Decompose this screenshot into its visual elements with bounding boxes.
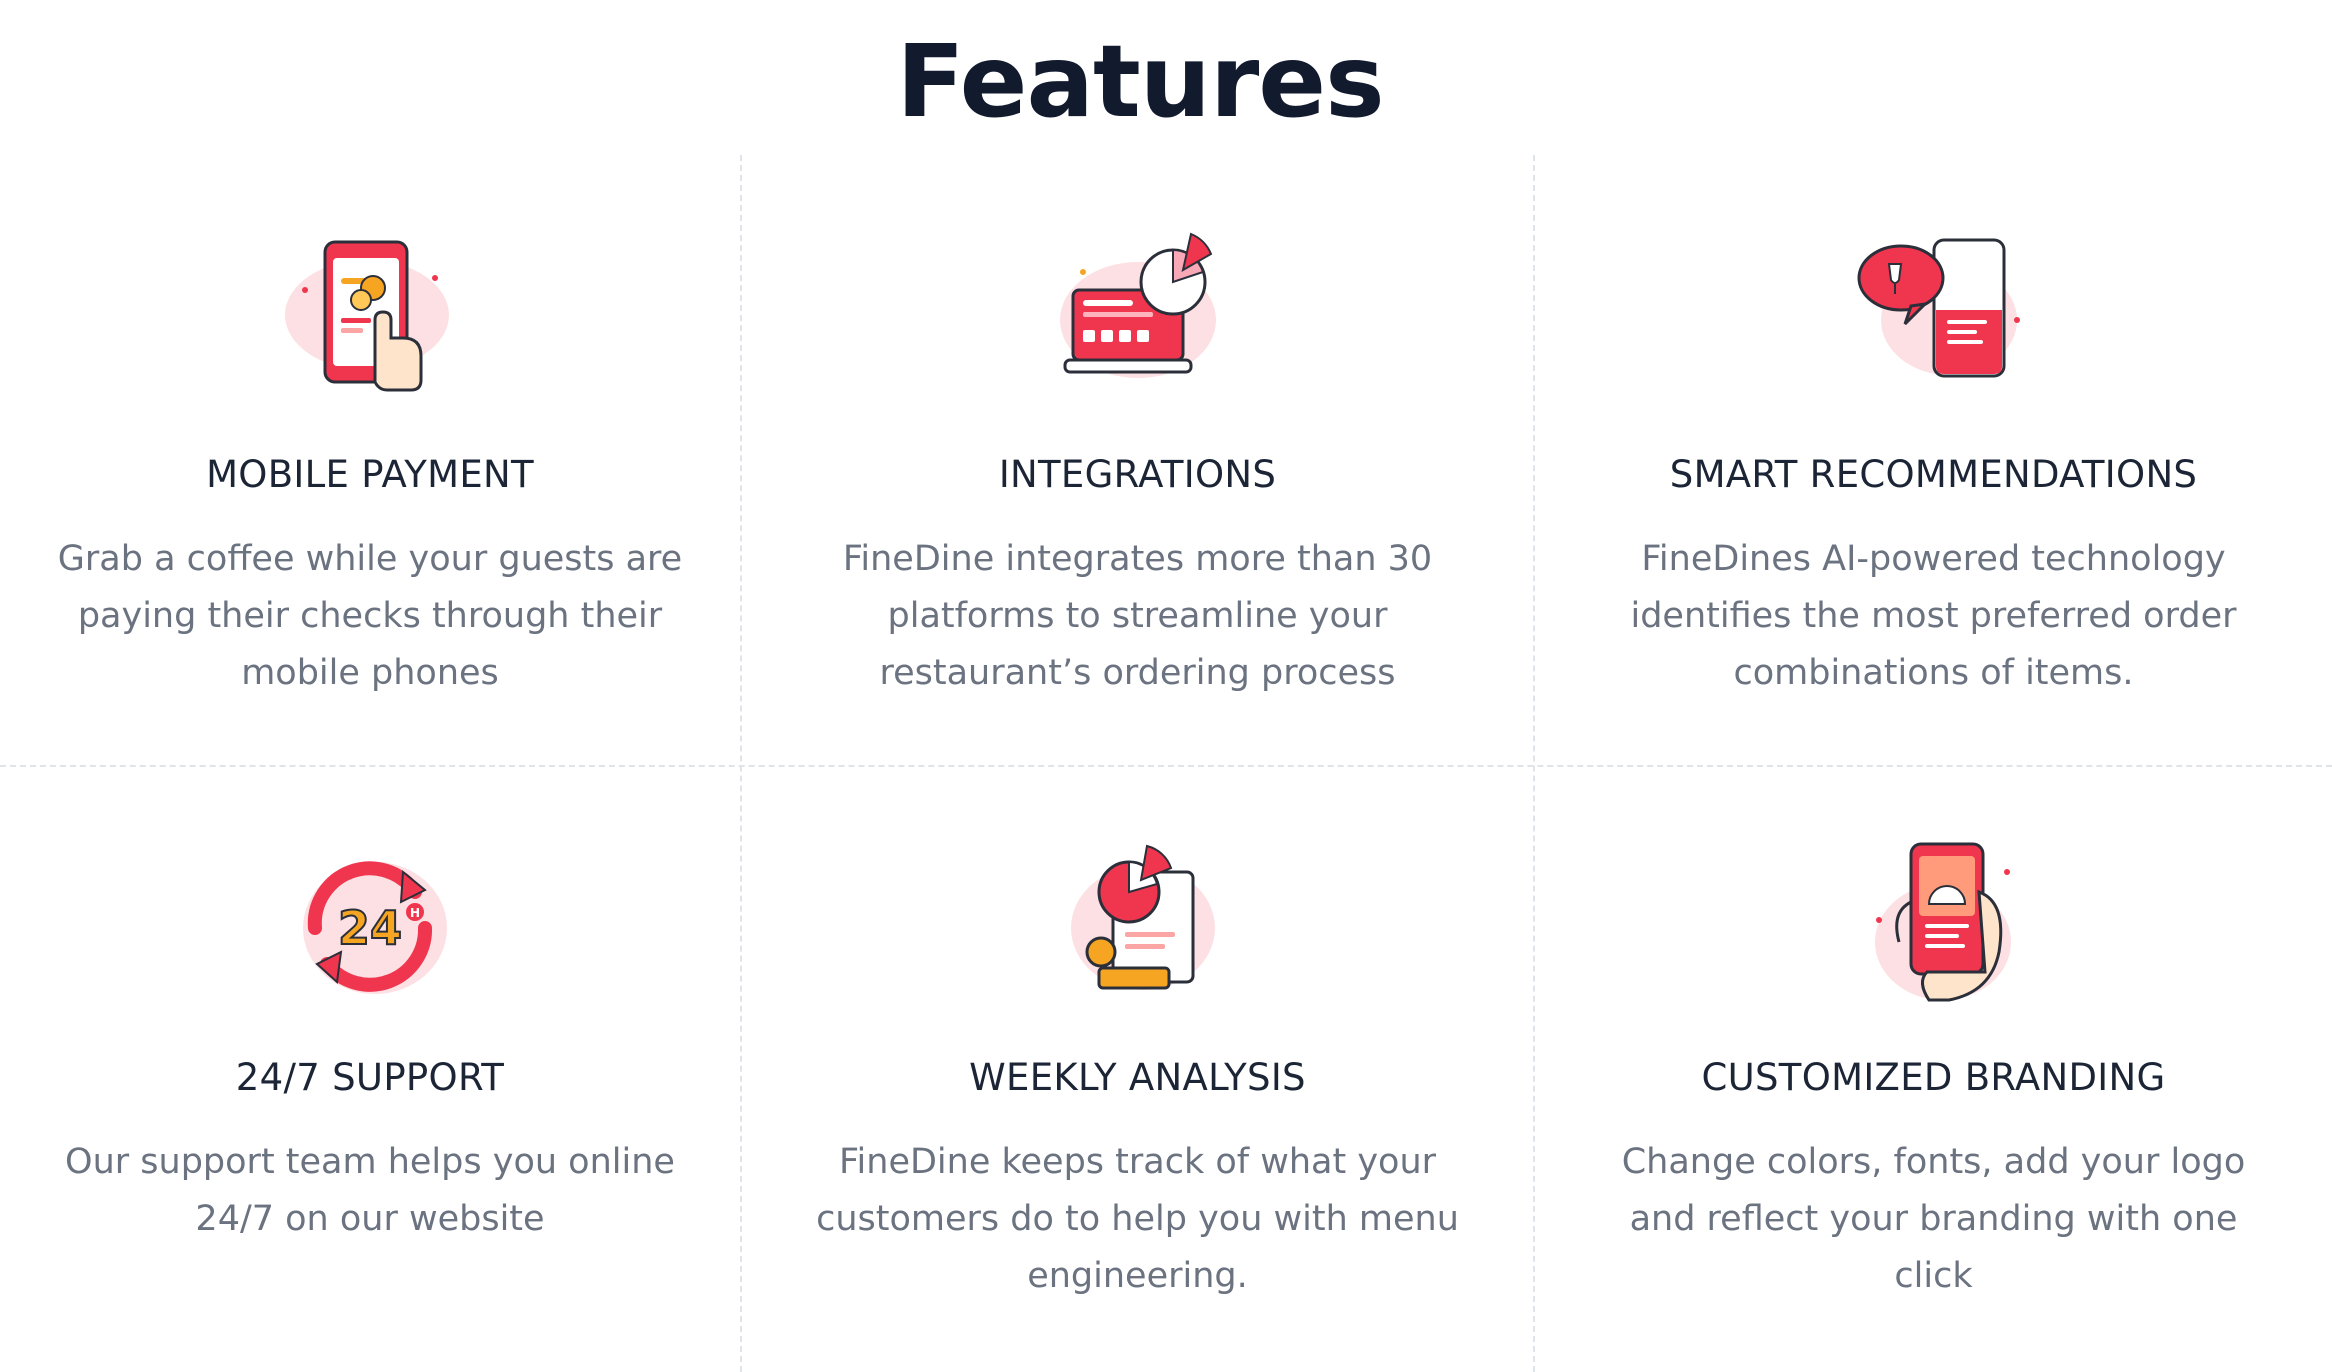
feature-title: SMART RECOMMENDATIONS — [1669, 453, 2198, 496]
support-24-7-icon: 24 H — [303, 861, 447, 994]
feature-description: FineDines AI-powered technology identifi… — [1630, 539, 2237, 693]
feature-title: 24/7 SUPPORT — [235, 1056, 505, 1099]
feature-card-smart-recommendations: SMART RECOMMENDATIONS FineDines AI-power… — [1535, 220, 2332, 702]
feature-card-weekly-analysis: WEEKLY ANALYSIS FineDine keeps track of … — [742, 832, 1533, 1305]
feature-card-mobile-payment: MOBILE PAYMENT Grab a coffee while your … — [0, 220, 740, 702]
page-title: Features — [896, 23, 1384, 140]
feature-title: CUSTOMIZED BRANDING — [1701, 1056, 2166, 1099]
feature-card-customized-branding: CUSTOMIZED BRANDING Change colors, fonts… — [1535, 832, 2332, 1305]
feature-description: Grab a coffee while your guests are payi… — [57, 539, 683, 693]
feature-description: Our support team helps you online 24/7 o… — [65, 1142, 675, 1239]
feature-card-integrations: INTEGRATIONS FineDine integrates more th… — [742, 220, 1533, 702]
feature-description: FineDine integrates more than 30 platfor… — [842, 539, 1433, 693]
feature-description: FineDine keeps track of what your custom… — [816, 1142, 1459, 1296]
integrations-icon — [1059, 232, 1216, 378]
feature-card-24-7-support: 24 H 24/7 SUPPORT Our support team helps… — [0, 832, 740, 1248]
mobile-payment-icon — [285, 240, 449, 392]
feature-title: WEEKLY ANALYSIS — [969, 1056, 1306, 1099]
feature-title: MOBILE PAYMENT — [206, 453, 534, 496]
row-divider — [0, 765, 2332, 767]
weekly-analysis-icon — [1070, 844, 1215, 990]
svg-text:H: H — [410, 906, 420, 920]
feature-description: Change colors, fonts, add your logo and … — [1621, 1142, 2246, 1296]
svg-text:24: 24 — [338, 901, 402, 955]
features-section: Features MOBILE PAYMENT Grab a coffee wh… — [0, 0, 2332, 1372]
features-grid: MOBILE PAYMENT Grab a coffee while your … — [0, 155, 2332, 1372]
feature-title: INTEGRATIONS — [998, 453, 1277, 496]
smart-recommendations-icon — [1857, 238, 2020, 378]
customized-branding-icon — [1874, 842, 2011, 1002]
